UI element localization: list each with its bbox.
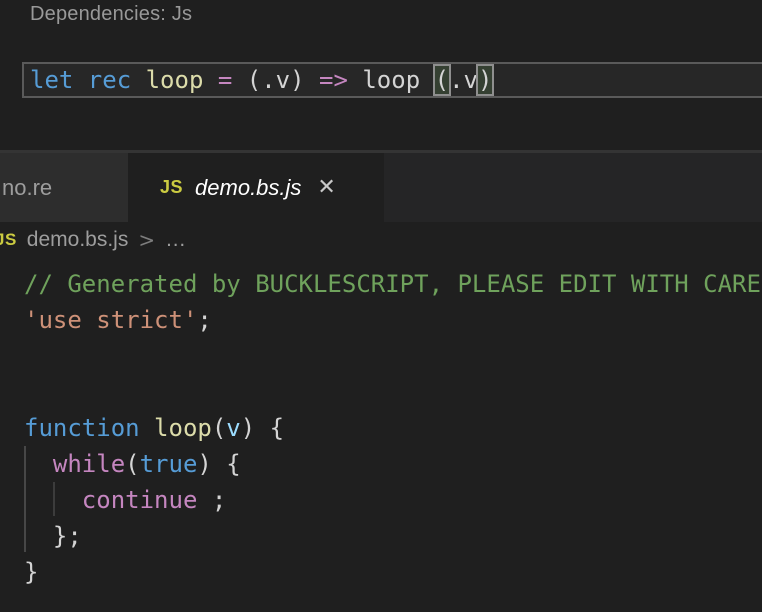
- code-line[interactable]: }: [0, 554, 762, 590]
- code-token: ) {: [197, 450, 240, 478]
- chevron-right-icon: >: [138, 228, 155, 252]
- codelens-dependencies[interactable]: Dependencies: Js: [30, 3, 192, 26]
- tab-label: no.re: [0, 175, 52, 201]
- code-token: while: [53, 450, 125, 478]
- code-token: function: [24, 414, 154, 442]
- code-token: =>: [319, 66, 362, 94]
- code-line[interactable]: };: [0, 518, 762, 554]
- code-token: true: [140, 450, 198, 478]
- code-line[interactable]: continue ;: [0, 482, 762, 518]
- code-token: loop: [146, 66, 218, 94]
- tab-label: demo.bs.js: [195, 175, 301, 201]
- code-token: [24, 450, 53, 478]
- javascript-file-icon: JS: [160, 177, 183, 198]
- code-token: ): [478, 66, 492, 94]
- reason-editor-pane[interactable]: Dependencies: Js let rec loop = (.v) => …: [0, 0, 762, 150]
- code-line[interactable]: while(true) {: [0, 446, 762, 482]
- code-token: (: [125, 450, 139, 478]
- code-line[interactable]: // Generated by BUCKLESCRIPT, PLEASE EDI…: [0, 266, 762, 302]
- tab-demo-re[interactable]: no.re: [0, 153, 128, 222]
- code-line[interactable]: function loop(v) {: [0, 410, 762, 446]
- code-area[interactable]: // Generated by BUCKLESCRIPT, PLEASE EDI…: [0, 266, 762, 590]
- code-token: loop: [154, 414, 212, 442]
- highlighted-code-line[interactable]: let rec loop = (.v) => loop (.v): [22, 62, 762, 98]
- code-token: (: [212, 414, 226, 442]
- tab-demo-bs-js[interactable]: JS demo.bs.js ✕: [128, 153, 384, 222]
- code-line[interactable]: [0, 338, 762, 374]
- javascript-file-icon: JS: [0, 230, 17, 250]
- code-token: rec: [88, 66, 146, 94]
- code-token: };: [24, 522, 82, 550]
- code-token: (.v): [247, 66, 319, 94]
- breadcrumb-file[interactable]: demo.bs.js: [27, 228, 129, 252]
- code-token: continue: [82, 486, 198, 514]
- code-line[interactable]: [0, 374, 762, 410]
- reason-code-line[interactable]: let rec loop = (.v) => loop (.v): [24, 65, 492, 95]
- breadcrumb: JS demo.bs.js > …: [0, 222, 762, 258]
- code-token: v: [226, 414, 240, 442]
- js-editor-pane[interactable]: // Generated by BUCKLESCRIPT, PLEASE EDI…: [0, 258, 762, 612]
- close-icon[interactable]: ✕: [317, 177, 335, 199]
- code-line[interactable]: 'use strict';: [0, 302, 762, 338]
- code-token: (: [435, 66, 449, 94]
- code-token: =: [218, 66, 247, 94]
- breadcrumb-symbol-more[interactable]: …: [165, 228, 186, 252]
- code-token: loop: [362, 66, 434, 94]
- code-token: // Generated by BUCKLESCRIPT, PLEASE EDI…: [24, 270, 761, 298]
- code-token: [24, 486, 82, 514]
- code-token: .v: [449, 66, 478, 94]
- code-token: ;: [197, 306, 211, 334]
- code-token: let: [30, 66, 88, 94]
- code-token: ;: [197, 486, 226, 514]
- code-token: }: [24, 558, 38, 586]
- code-token: ) {: [241, 414, 284, 442]
- tab-bar: no.re JS demo.bs.js ✕: [0, 153, 762, 222]
- code-token: 'use strict': [24, 306, 197, 334]
